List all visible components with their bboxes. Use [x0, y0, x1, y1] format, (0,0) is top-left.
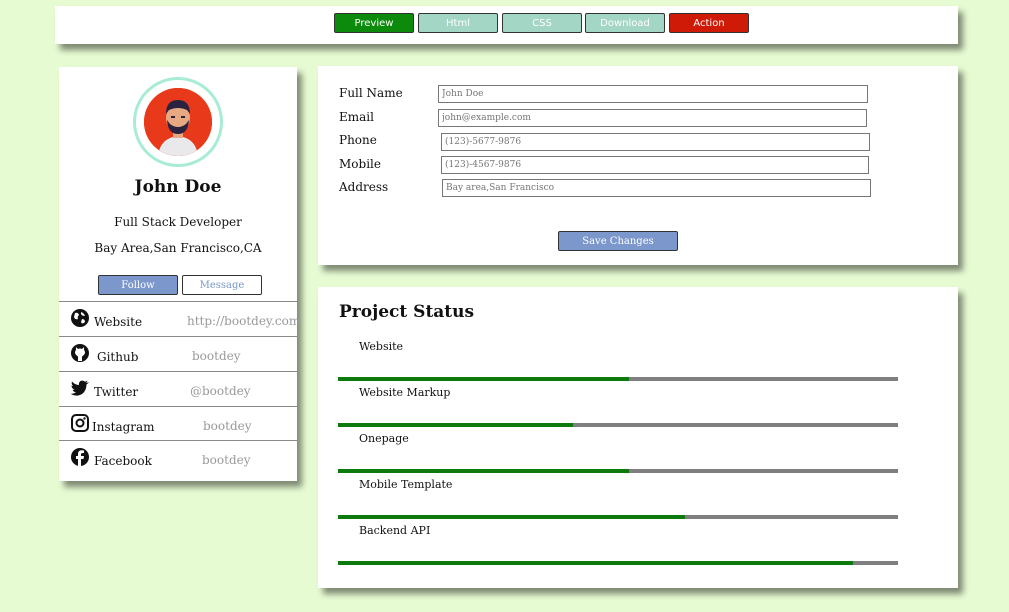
progress-bar — [338, 515, 898, 519]
full-name-label: Full Name — [339, 86, 403, 100]
project-status-card: Project Status Website Website Markup On… — [318, 287, 958, 588]
address-field[interactable] — [442, 179, 871, 197]
project-label: Mobile Template — [359, 478, 453, 491]
profile-role: Full Stack Developer — [114, 215, 242, 229]
mobile-label: Mobile — [339, 157, 381, 171]
social-label: Twitter — [94, 385, 139, 399]
project-label: Website Markup — [359, 386, 451, 399]
project-label: Backend API — [359, 524, 431, 537]
social-item-instagram[interactable]: Instagram bootdey — [59, 406, 297, 441]
progress-fill — [338, 469, 630, 473]
progress-bar — [338, 469, 898, 473]
download-button[interactable]: Download — [585, 13, 665, 33]
html-button[interactable]: Html — [418, 13, 498, 33]
social-label: Facebook — [94, 454, 152, 468]
profile-name: John Doe — [134, 177, 222, 197]
progress-fill — [338, 561, 854, 565]
facebook-icon — [71, 448, 89, 466]
profile-card: John Doe Full Stack Developer Bay Area,S… — [59, 67, 300, 481]
project-status-title: Project Status — [339, 302, 475, 322]
avatar-image — [144, 88, 212, 156]
full-name-field[interactable] — [438, 85, 868, 103]
progress-fill — [338, 515, 686, 519]
phone-label: Phone — [339, 133, 377, 147]
social-value[interactable]: bootdey — [202, 453, 251, 467]
github-icon — [71, 344, 89, 362]
social-value[interactable]: @bootdey — [190, 384, 251, 398]
social-label: Instagram — [92, 420, 155, 434]
progress-bar — [338, 377, 898, 381]
social-value[interactable]: bootdey — [192, 349, 241, 363]
profile-form-card: Full Name Email Phone Mobile Address Sav… — [318, 66, 958, 265]
message-button[interactable]: Message — [182, 275, 262, 295]
css-button[interactable]: CSS — [502, 13, 582, 33]
top-toolbar: Preview Html CSS Download Action — [55, 6, 958, 44]
globe-icon — [71, 309, 89, 327]
preview-button[interactable]: Preview — [334, 13, 414, 33]
social-value[interactable]: http://bootdey.com — [187, 314, 300, 328]
progress-bar — [338, 423, 898, 427]
address-label: Address — [339, 180, 389, 194]
social-label: Github — [97, 350, 139, 364]
social-item-twitter[interactable]: Twitter @bootdey — [59, 371, 297, 406]
project-label: Website — [359, 340, 404, 353]
progress-fill — [338, 377, 630, 381]
profile-location: Bay Area,San Francisco,CA — [94, 241, 262, 255]
follow-button[interactable]: Follow — [98, 275, 178, 295]
twitter-icon — [70, 380, 89, 396]
social-value[interactable]: bootdey — [203, 419, 252, 433]
social-item-github[interactable]: Github bootdey — [59, 336, 297, 371]
instagram-icon — [71, 414, 89, 432]
avatar — [133, 77, 223, 167]
social-label: Website — [94, 315, 143, 329]
project-label: Onepage — [359, 432, 409, 445]
phone-field[interactable] — [441, 133, 870, 151]
save-changes-button[interactable]: Save Changes — [558, 231, 678, 251]
email-field[interactable] — [438, 109, 867, 127]
mobile-field[interactable] — [441, 156, 869, 174]
progress-fill — [338, 423, 574, 427]
email-label: Email — [339, 110, 374, 124]
social-item-facebook[interactable]: Facebook bootdey — [59, 440, 297, 475]
action-button[interactable]: Action — [669, 13, 749, 33]
progress-bar — [338, 561, 898, 565]
social-item-website[interactable]: Website http://bootdey.com — [59, 301, 300, 336]
